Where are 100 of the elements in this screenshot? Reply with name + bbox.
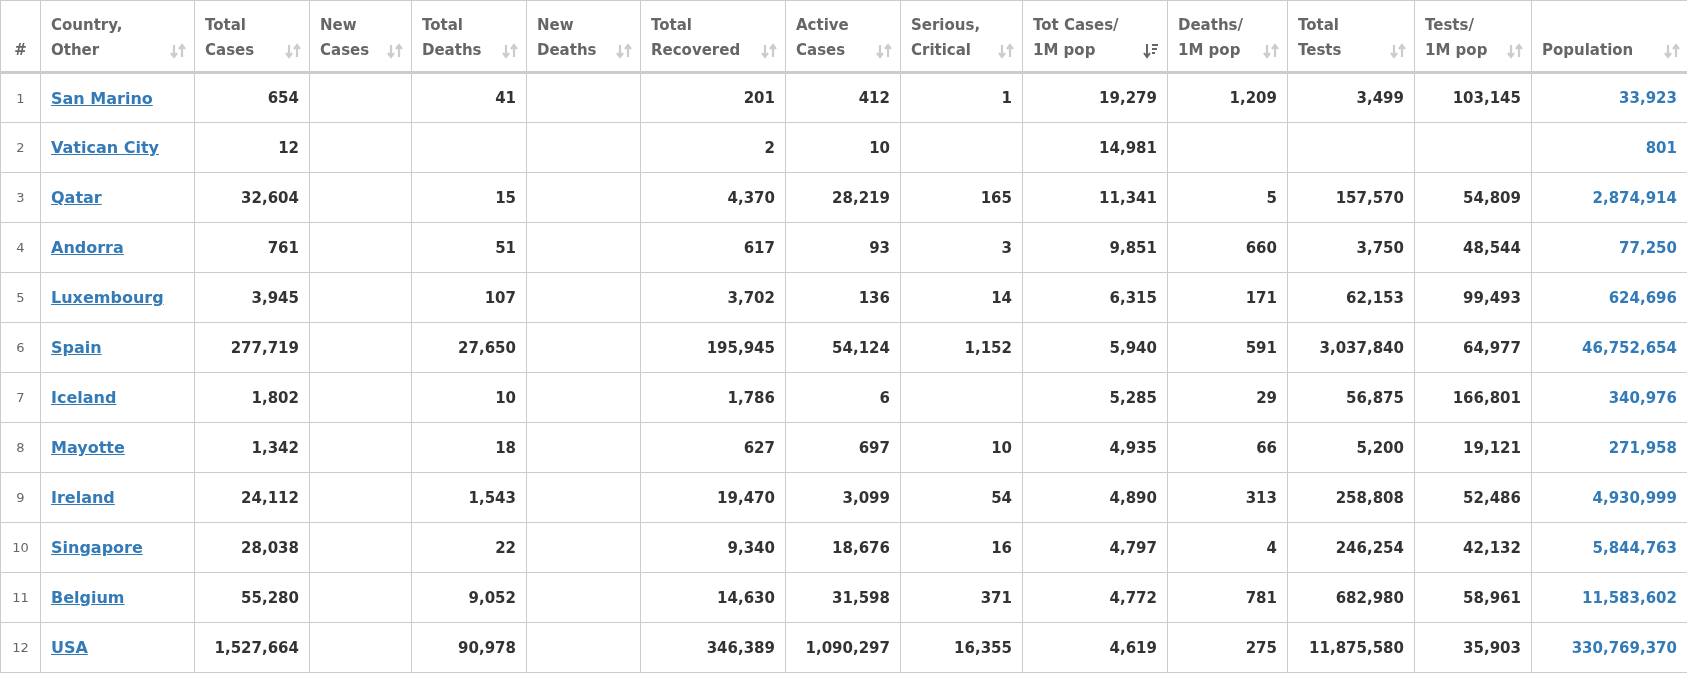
table-cell: 4,619 [1022,622,1168,673]
column-header[interactable]: New Deaths [526,0,641,73]
column-header[interactable]: Total Recovered [640,0,786,73]
table-cell: 761 [194,222,310,273]
sort-icon[interactable] [285,43,301,59]
table-cell: 16,355 [900,622,1023,673]
column-header[interactable]: New Cases [309,0,412,73]
rank-cell: 10 [0,522,41,573]
column-header[interactable]: Active Cases [785,0,901,73]
table-cell: 22 [411,522,527,573]
table-cell: 1,543 [411,472,527,523]
table-cell: 9,052 [411,572,527,623]
sort-icon[interactable] [387,43,403,59]
column-header[interactable]: Tot Cases/ 1M pop [1022,0,1168,73]
population-link[interactable]: 77,250 [1619,238,1677,257]
table-cell: 371 [900,572,1023,623]
sort-icon[interactable] [502,43,518,59]
table-cell: 1,090,297 [785,622,901,673]
table-cell: 90,978 [411,622,527,673]
table-cell: 54,124 [785,322,901,373]
sort-icon[interactable] [616,43,632,59]
table-cell: 5,285 [1022,372,1168,423]
column-header[interactable]: Country, Other [40,0,195,73]
table-cell: 55,280 [194,572,310,623]
country-link[interactable]: Ireland [51,488,115,507]
table-cell: 10 [900,422,1023,473]
table-cell: 31,598 [785,572,901,623]
sort-icon[interactable] [998,43,1014,59]
column-header[interactable]: Total Cases [194,0,310,73]
table-cell: 697 [785,422,901,473]
population-link[interactable]: 340,976 [1608,388,1677,407]
table-cell: 16 [900,522,1023,573]
table-cell: 258,808 [1287,472,1415,523]
table-cell: 5,940 [1022,322,1168,373]
table-cell: 3,037,840 [1287,322,1415,373]
sort-icon[interactable] [1263,43,1279,59]
column-header[interactable]: Deaths/ 1M pop [1167,0,1288,73]
table-cell: 6 [785,372,901,423]
column-header[interactable]: Tests/ 1M pop [1414,0,1532,73]
table-cell: 19,121 [1414,422,1532,473]
table-cell: 6,315 [1022,272,1168,323]
population-link[interactable]: 624,696 [1608,288,1677,307]
sort-icon[interactable] [1390,43,1406,59]
table-cell: 28,219 [785,172,901,223]
table-cell: 1,786 [640,372,786,423]
table-cell: 4,935 [1022,422,1168,473]
column-header[interactable]: Total Deaths [411,0,527,73]
country-link[interactable]: USA [51,638,88,657]
table-cell: 51 [411,222,527,273]
country-link[interactable]: Belgium [51,588,125,607]
country-link[interactable]: Spain [51,338,102,357]
rank-cell: 11 [0,572,41,623]
table-cell: 99,493 [1414,272,1532,323]
table-cell: 166,801 [1414,372,1532,423]
table-cell: 41 [411,72,527,123]
column-header[interactable]: Population [1531,0,1687,73]
rank-cell: 4 [0,222,41,273]
sort-icon[interactable] [761,43,777,59]
table-cell: 313 [1167,472,1288,523]
table-cell: 52,486 [1414,472,1532,523]
sort-icon[interactable] [170,43,186,59]
sort-descending-icon[interactable] [1143,43,1159,59]
population-link[interactable]: 33,923 [1619,89,1677,107]
rank-cell: 7 [0,372,41,423]
column-header[interactable]: Serious, Critical [900,0,1023,73]
table-cell: 246,254 [1287,522,1415,573]
table-cell: 58,961 [1414,572,1532,623]
sort-icon[interactable] [1507,43,1523,59]
country-link[interactable]: Iceland [51,388,117,407]
population-link[interactable]: 801 [1645,138,1677,157]
rank-cell: 8 [0,422,41,473]
table-cell: 277,719 [194,322,310,373]
table-cell: 93 [785,222,901,273]
table-cell: 66 [1167,422,1288,473]
rank-cell: 6 [0,322,41,373]
country-link[interactable]: Andorra [51,238,124,257]
table-cell: 15 [411,172,527,223]
table-cell: 5,200 [1287,422,1415,473]
sort-icon[interactable] [876,43,892,59]
table-cell: 35,903 [1414,622,1532,673]
rank-cell: 1 [0,72,41,123]
table-cell: 1,152 [900,322,1023,373]
sort-icon[interactable] [1663,43,1680,59]
table-cell: 412 [785,72,901,123]
table-cell: 3,945 [194,272,310,323]
table-cell: 42,132 [1414,522,1532,573]
country-link[interactable]: Mayotte [51,438,125,457]
table-cell: 165 [900,172,1023,223]
table-cell: 195,945 [640,322,786,373]
table-cell: 591 [1167,322,1288,373]
table-cell: 54 [900,472,1023,523]
table-cell: 1,527,664 [194,622,310,673]
table-cell: 14,630 [640,572,786,623]
table-cell: 19,279 [1022,72,1168,123]
country-link[interactable]: Qatar [51,188,102,207]
column-header[interactable]: Total Tests [1287,0,1415,73]
table-cell: 103,145 [1414,72,1532,123]
table-cell: 32,604 [194,172,310,223]
population-link[interactable]: 271,958 [1608,438,1677,457]
table-cell: 54,809 [1414,172,1532,223]
